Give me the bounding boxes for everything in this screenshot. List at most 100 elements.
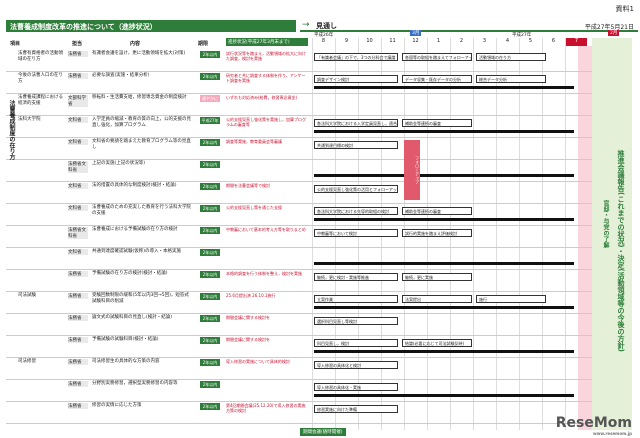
row-divider bbox=[6, 357, 592, 358]
timeline-bar: 試行的実施を踏まえ評価検討 bbox=[402, 229, 472, 237]
row-divider bbox=[6, 115, 592, 116]
row-deadline-badge: 2年以内 bbox=[200, 139, 220, 146]
row-status: 公的支援見直し強化策を実施し，加算プログラムの審査等 bbox=[226, 117, 306, 127]
row-divider bbox=[6, 379, 592, 380]
timeline-bar: 中教審等において検討 bbox=[314, 229, 398, 237]
row-divider bbox=[6, 423, 592, 424]
timeline-bar: 共通到達目標の検討 bbox=[314, 141, 398, 149]
row-status: 期間を法曹会議等で検討 bbox=[226, 183, 270, 188]
row-department: 法務省 bbox=[68, 73, 88, 79]
follow-up-arrow: フォローアップ bbox=[404, 140, 420, 200]
row-content: 文科省の要請を踏まえた教育プログラム等の見直し bbox=[92, 139, 191, 150]
document-reference: 資料1 bbox=[615, 5, 634, 13]
month-cell: 6 bbox=[542, 38, 564, 46]
grid-line bbox=[519, 38, 520, 430]
month-cell: 2 bbox=[450, 38, 472, 46]
row-divider bbox=[6, 159, 592, 160]
row-department: 法務省 bbox=[68, 293, 88, 299]
row-item-label: 司法試験 bbox=[18, 293, 36, 298]
row-content: 有識者会議を設け，更に活動領域を拡大(対策) bbox=[92, 51, 186, 56]
row-deadline-badge: 2年以内 bbox=[200, 183, 220, 190]
grid-line bbox=[542, 38, 543, 430]
row-content: 分野別実務修習，選択型実務修習の内容等 bbox=[92, 381, 178, 386]
row-deadline-badge: 速やかに bbox=[200, 95, 220, 102]
row-status: 期間会議に関する検討を bbox=[226, 315, 270, 320]
row-department: 文科省 bbox=[68, 139, 88, 145]
row-deadline-badge: 2年以内 bbox=[200, 403, 220, 410]
timeline-bar: データ収集・既存データの分析 bbox=[402, 75, 472, 83]
grid-line bbox=[565, 38, 566, 430]
row-department: 文科省 bbox=[68, 117, 88, 123]
grid-line bbox=[312, 38, 313, 430]
grid-line bbox=[496, 38, 497, 430]
row-item-label: 司法修習 bbox=[18, 359, 36, 364]
row-status: 中教審において基本的考え方等を取りまとめ bbox=[226, 227, 306, 232]
timeline-bar: 各法科大学院における入学定員見直し，適合・連携，体制戦略 bbox=[314, 119, 398, 127]
month-cell: 7 bbox=[565, 38, 587, 46]
logo-text: ReseMom bbox=[555, 415, 632, 431]
timeline-bar: 継続，更に検討・実施等推進 bbox=[314, 273, 398, 281]
progress-arrow bbox=[314, 262, 574, 265]
resemom-logo: ReseMom www.resemom.jp bbox=[556, 415, 632, 436]
row-divider bbox=[6, 225, 592, 226]
timeline-bar: 導入修習の具体化と検討 bbox=[314, 361, 398, 369]
header-owner: 担当 bbox=[72, 41, 83, 47]
row-divider bbox=[6, 71, 592, 72]
page-title: 法曹養成制度改革の推進について（進捗状況） bbox=[6, 20, 296, 32]
timeline-bar: 「有識者会議」の下で，3つの分科会で議論 bbox=[314, 53, 398, 61]
timeline-bar: 各法科大学院における先導的取組の検討 bbox=[314, 207, 398, 215]
row-status: 導入修習の実施について具体的検討 bbox=[226, 359, 290, 364]
row-department: 文科省 bbox=[68, 183, 88, 189]
row-divider bbox=[6, 335, 592, 336]
row-status: 25.6月提出済 26.10.1施行 bbox=[226, 293, 276, 298]
row-department: 法務省 bbox=[68, 51, 88, 57]
grid-line bbox=[473, 38, 474, 430]
row-divider bbox=[6, 137, 592, 138]
progress-arrow bbox=[314, 218, 574, 221]
row-deadline-badge: 2年以内 bbox=[200, 73, 220, 80]
row-content: 予備試験の在り方の検討(検討・結論) bbox=[92, 271, 168, 276]
month-cell: 4 bbox=[496, 38, 518, 46]
timeline-bar: 各国等の取組を踏まえてフォローアップ bbox=[402, 53, 472, 61]
row-deadline-badge: 平成27年度まで bbox=[200, 117, 220, 130]
row-status: 公的支援見直し策を通じた支援 bbox=[226, 205, 282, 210]
row-deadline-badge: 2年以内 bbox=[200, 249, 220, 256]
row-deadline-badge: 2年以内 bbox=[200, 293, 220, 300]
footer-note: 期間会議(随時開催) bbox=[300, 428, 346, 436]
timeline-bar: 導入修習の具体化・実施 bbox=[314, 383, 398, 391]
year-badge-red: 2月 bbox=[608, 30, 620, 36]
header-item: 項目 bbox=[10, 41, 21, 47]
row-department: 法務省 bbox=[68, 271, 88, 277]
year-badge-blue: 3月 bbox=[410, 30, 422, 36]
timeline-bar: 補助金等連続の審査 bbox=[402, 207, 472, 215]
row-content: 移転料・生活費支給，修習専念資金の制度検討 bbox=[92, 95, 187, 100]
row-deadline-badge: 2年以内 bbox=[200, 51, 220, 58]
progress-arrow bbox=[314, 350, 574, 353]
row-department: 法務省 bbox=[68, 337, 88, 343]
timeline-bar: 修習実施に向けた準備 bbox=[314, 405, 398, 413]
row-deadline-badge: 2年以内 bbox=[200, 271, 220, 278]
row-department: 法務省 bbox=[68, 359, 88, 365]
row-item-label: 今後の法曹人口の在り方 bbox=[18, 73, 63, 84]
progress-arrow bbox=[314, 394, 574, 397]
row-divider bbox=[6, 247, 592, 248]
progress-arrow bbox=[314, 306, 574, 309]
month-cell: 1 bbox=[427, 38, 449, 46]
timeline-bar: 調査デザイン検討 bbox=[314, 75, 398, 83]
row-deadline-badge: 2年以内 bbox=[200, 337, 220, 344]
timeline-bar: 選択科目見直し等検討 bbox=[314, 317, 398, 325]
timeline-bar: 科目見直し，検討 bbox=[314, 339, 398, 347]
row-department: 法務省文科省 bbox=[68, 161, 88, 173]
outlook-label: 見通し bbox=[316, 22, 337, 30]
header-content: 内容 bbox=[130, 41, 141, 47]
row-deadline-badge: 2年以内 bbox=[200, 227, 220, 234]
progress-arrow bbox=[314, 86, 574, 89]
row-divider bbox=[6, 291, 592, 292]
timeline-bar: 継続，更に実施 bbox=[402, 273, 472, 281]
progress-arrow bbox=[314, 130, 574, 133]
row-divider bbox=[6, 93, 592, 94]
timeline-bar: 活動領域の在り方 bbox=[476, 53, 546, 61]
timeline-bar: 総合データ分析 bbox=[476, 75, 546, 83]
row-content: 法曹養成における予備試験の在り方の検討 bbox=[92, 227, 178, 232]
row-divider bbox=[6, 313, 592, 314]
